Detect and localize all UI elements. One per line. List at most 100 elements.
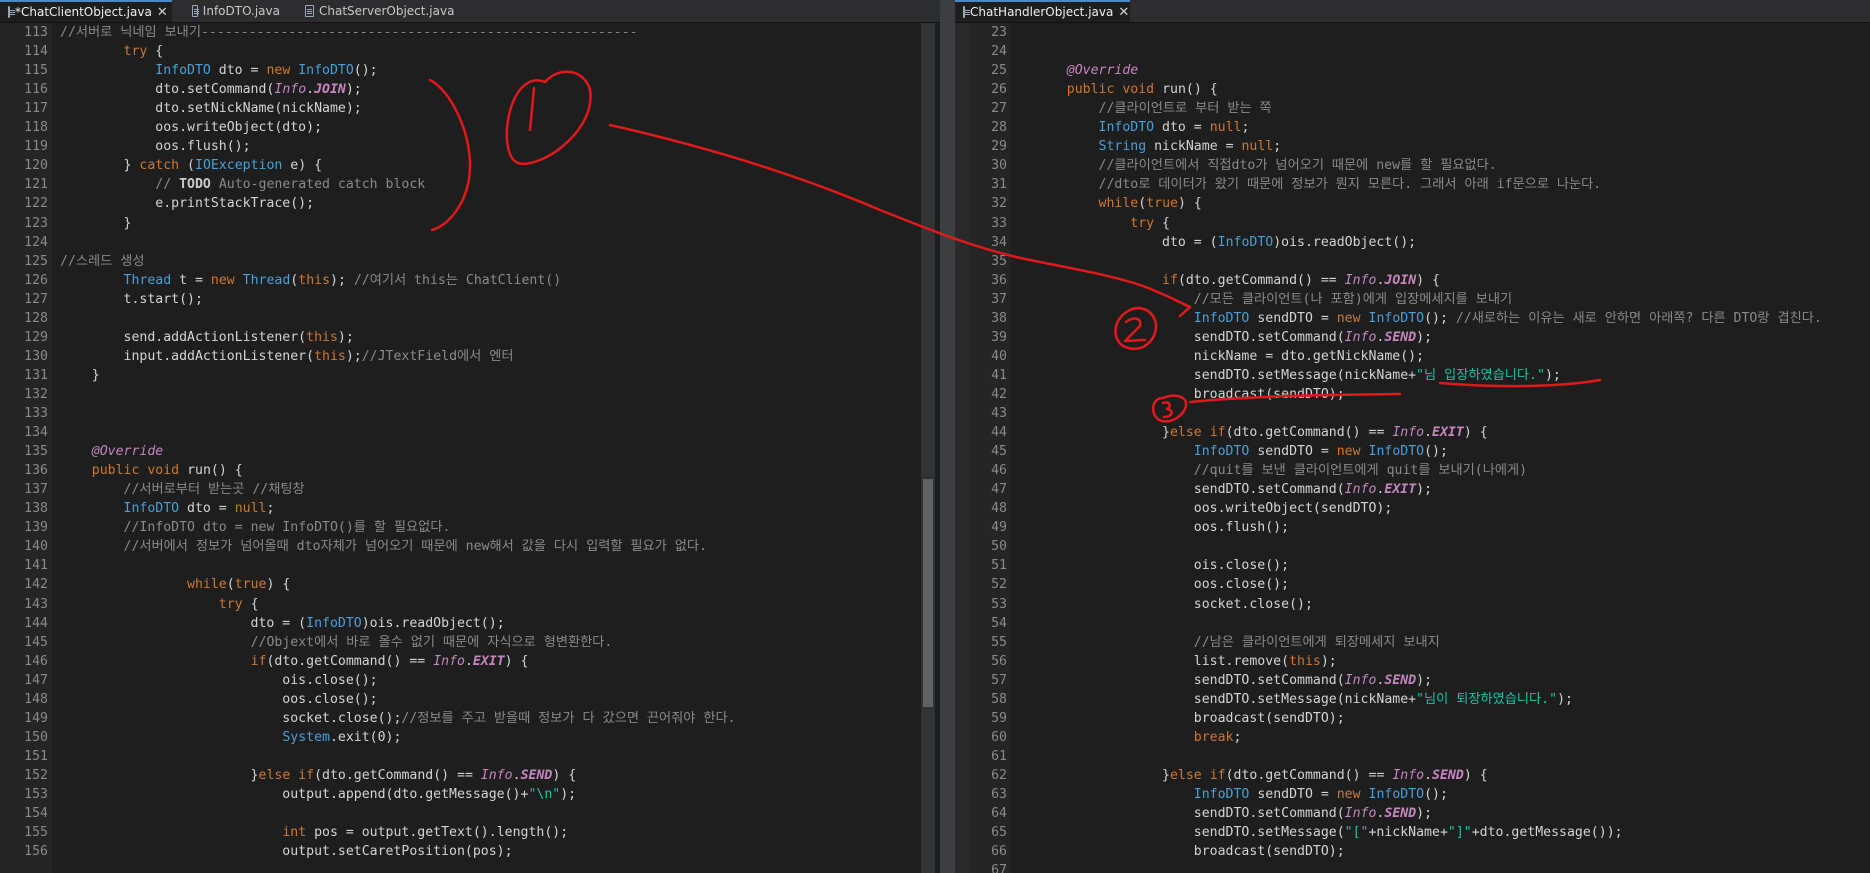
code-line[interactable]: dto.setCommand(Info.JOIN); (60, 80, 361, 99)
code-line[interactable]: } (60, 214, 132, 233)
code-line[interactable]: output.append(dto.getMessage()+"\n"); (60, 785, 576, 804)
code-line[interactable]: String nickName = null; (1035, 137, 1282, 156)
code-line[interactable]: //서버로 닉네임 보내기---------------------------… (60, 23, 638, 42)
code-line[interactable]: // TODO Auto-generated catch block (60, 175, 425, 194)
code-line[interactable]: //InfoDTO dto = new InfoDTO()를 할 필요없다. (60, 518, 451, 537)
code-line[interactable]: nickName = dto.getNickName(); (1035, 347, 1424, 366)
code-line[interactable]: //Objext에서 바로 올수 없기 때문에 자식으로 형변환한다. (60, 633, 613, 652)
code-line[interactable]: dto.setNickName(nickName); (60, 99, 361, 118)
code-line[interactable]: break; (1035, 728, 1242, 747)
code-line[interactable]: try { (60, 42, 164, 61)
code-line[interactable]: ois.close(); (1035, 556, 1289, 575)
code-line[interactable]: dto = (InfoDTO)ois.readObject(); (1035, 233, 1416, 252)
code-line[interactable]: }else if(dto.getCommand() == Info.EXIT) … (1035, 423, 1488, 442)
code-line[interactable]: sendDTO.setCommand(Info.SEND); (1035, 671, 1432, 690)
line-number: 43 (991, 406, 1007, 421)
line-number: 55 (991, 634, 1007, 650)
code-line[interactable]: //모든 클라이언트(나 포함)에게 입장메세지를 보내기 (1035, 290, 1512, 309)
code-line[interactable]: sendDTO.setMessage(nickName+"님 입장하였습니다."… (1035, 366, 1561, 385)
code-line[interactable]: if(dto.getCommand() == Info.EXIT) { (60, 652, 529, 671)
line-number: 152 (24, 767, 48, 783)
code-line[interactable]: sendDTO.setCommand(Info.SEND); (1035, 328, 1432, 347)
line-number: 27 (991, 101, 1007, 117)
tab-chat-server-object[interactable]: ChatServerObject.java (297, 0, 477, 22)
code-line[interactable]: sendDTO.setCommand(Info.EXIT); (1035, 480, 1432, 499)
code-line[interactable]: }else if(dto.getCommand() == Info.SEND) … (60, 766, 577, 785)
right-code-editor[interactable]: 23 24 25 @Override 26 public void run() {27… (955, 23, 1870, 873)
code-line[interactable]: sendDTO.setMessage("["+nickName+"]"+dto.… (1035, 823, 1623, 842)
line-number: 148 (24, 691, 48, 707)
line-number: 124 (24, 234, 48, 250)
code-line[interactable]: Thread t = new Thread(this); //여기서 this는… (60, 271, 562, 290)
code-line[interactable]: //클라이언트로 부터 받는 쪽 (1035, 99, 1272, 118)
code-line[interactable]: InfoDTO dto = null; (60, 499, 275, 518)
code-line[interactable]: public void run() { (60, 461, 243, 480)
tab-info-dto[interactable]: InfoDTO.java (184, 0, 288, 22)
pane-splitter[interactable] (940, 0, 955, 873)
java-file-icon (8, 6, 15, 18)
code-line[interactable]: InfoDTO sendDTO = new InfoDTO(); //새로하는 … (1035, 309, 1822, 328)
code-line[interactable]: e.printStackTrace(); (60, 194, 314, 213)
code-line[interactable]: oos.writeObject(dto); (60, 118, 322, 137)
code-line[interactable]: dto = (InfoDTO)ois.readObject(); (60, 614, 505, 633)
code-line[interactable]: oos.close(); (1035, 575, 1289, 594)
code-line[interactable]: oos.flush(); (60, 137, 250, 156)
code-line[interactable]: int pos = output.getText().length(); (60, 823, 568, 842)
code-line[interactable]: public void run() { (1035, 80, 1218, 99)
code-line[interactable]: input.addActionListener(this);//JTextFie… (60, 347, 514, 366)
code-line[interactable]: try { (60, 595, 259, 614)
code-line[interactable]: InfoDTO dto = new InfoDTO(); (60, 61, 377, 80)
line-number: 132 (24, 386, 48, 402)
code-line[interactable]: @Override (1035, 61, 1138, 80)
code-line[interactable]: //quit를 보낸 클라이언트에게 quit를 보내기(나에게) (1035, 461, 1527, 480)
code-line[interactable]: System.exit(0); (60, 728, 401, 747)
code-line[interactable]: if(dto.getCommand() == Info.JOIN) { (1035, 271, 1440, 290)
line-number: 53 (991, 596, 1007, 612)
close-tab-icon[interactable]: ✕ (157, 5, 168, 20)
line-number: 24 (991, 44, 1007, 60)
close-tab-icon[interactable]: ✕ (1118, 5, 1129, 20)
code-line[interactable]: }else if(dto.getCommand() == Info.SEND) … (1035, 766, 1488, 785)
scrollbar-thumb[interactable] (923, 479, 933, 707)
line-number: 51 (991, 558, 1007, 574)
code-line[interactable]: //서버에서 정보가 넘어올때 dto자체가 넘어오기 때문에 new해서 값을… (60, 537, 707, 556)
vertical-scrollbar[interactable] (921, 23, 935, 873)
code-line[interactable]: oos.writeObject(sendDTO); (1035, 499, 1393, 518)
left-code-editor[interactable]: 113 //서버로 닉네임 보내기------------------------… (0, 23, 940, 873)
code-line[interactable]: InfoDTO sendDTO = new InfoDTO(); (1035, 442, 1448, 461)
line-number: 52 (991, 577, 1007, 593)
code-line[interactable]: @Override (60, 442, 163, 461)
tab-chat-handler-object[interactable]: ChatHandlerObject.java ✕ (955, 0, 1130, 22)
code-line[interactable]: while(true) { (60, 575, 290, 594)
code-line[interactable]: } catch (IOException e) { (60, 156, 323, 175)
code-line[interactable]: socket.close(); (1035, 595, 1313, 614)
line-number: 151 (24, 748, 48, 764)
tab-chat-client-object[interactable]: *ChatClientObject.java ✕ (0, 0, 172, 22)
code-line[interactable]: sendDTO.setCommand(Info.SEND); (1035, 804, 1432, 823)
code-line[interactable]: t.start(); (60, 290, 203, 309)
code-line[interactable]: output.setCaretPosition(pos); (60, 842, 512, 861)
code-line[interactable]: try { (1035, 214, 1170, 233)
code-line[interactable]: list.remove(this); (1035, 652, 1337, 671)
code-line[interactable]: oos.flush(); (1035, 518, 1289, 537)
code-line[interactable]: InfoDTO sendDTO = new InfoDTO(); (1035, 785, 1448, 804)
code-line[interactable]: broadcast(sendDTO); (1035, 385, 1345, 404)
code-line[interactable]: broadcast(sendDTO); (1035, 842, 1345, 861)
code-line[interactable]: //dto로 데이터가 왔기 때문에 정보가 뭔지 모른다. 그래서 아래 if… (1035, 175, 1602, 194)
code-line[interactable]: ois.close(); (60, 671, 377, 690)
code-line[interactable]: InfoDTO dto = null; (1035, 118, 1250, 137)
line-number: 135 (24, 444, 48, 460)
code-line[interactable]: oos.close(); (60, 690, 377, 709)
code-line[interactable]: //남은 클라이언트에게 퇴장메세지 보내지 (1035, 633, 1440, 652)
code-line[interactable]: send.addActionListener(this); (60, 328, 354, 347)
line-number: 65 (991, 825, 1007, 841)
code-line[interactable]: } (60, 366, 100, 385)
code-line[interactable]: broadcast(sendDTO); (1035, 709, 1345, 728)
line-number: 56 (991, 653, 1007, 669)
code-line[interactable]: socket.close();//정보를 주고 받을때 정보가 다 갔으면 끈어… (60, 709, 735, 728)
code-line[interactable]: //클라이언트에서 직접dto가 넘어오기 때문에 new를 할 필요없다. (1035, 156, 1497, 175)
code-line[interactable]: //서버로부터 받는곳 //채팅창 (60, 480, 305, 499)
code-line[interactable]: sendDTO.setMessage(nickName+"님이 퇴장하였습니다.… (1035, 690, 1573, 709)
code-line[interactable]: //스레드 생성 (60, 252, 144, 271)
code-line[interactable]: while(true) { (1035, 194, 1202, 213)
